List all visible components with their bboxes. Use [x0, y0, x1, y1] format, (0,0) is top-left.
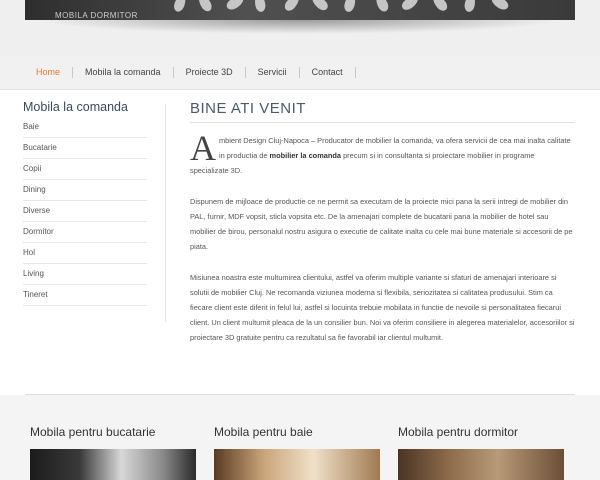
column-divider [165, 104, 166, 322]
sidebar-item-baie[interactable]: Baie [23, 117, 147, 138]
nav-item-contact[interactable]: Contact [300, 67, 356, 78]
intro-bold: mobilier la comanda [269, 151, 342, 160]
sidebar: Mobila la comanda Baie Bucatarie Copii D… [23, 100, 147, 306]
header: MOBILA DORMITOR [0, 0, 600, 56]
banner-label: MOBILA DORMITOR [55, 11, 138, 20]
featured-title[interactable]: Mobila pentru baie [214, 425, 382, 439]
dropcap: A [190, 128, 216, 168]
sidebar-item-dining[interactable]: Dining [23, 180, 147, 201]
featured-image[interactable] [30, 449, 196, 480]
sidebar-item-hol[interactable]: Hol [23, 243, 147, 264]
sidebar-item-diverse[interactable]: Diverse [23, 201, 147, 222]
nav-item-mobila-la-comanda[interactable]: Mobila la comanda [73, 67, 174, 78]
featured-title[interactable]: Mobila pentru bucatarie [30, 425, 198, 439]
nav-item-home[interactable]: Home [24, 67, 74, 78]
featured-card-bucatarie[interactable]: Mobila pentru bucatarie [30, 425, 198, 480]
nav-item-servicii[interactable]: Servicii [246, 67, 300, 78]
sidebar-item-dormitor[interactable]: Dormitor [23, 222, 147, 243]
intro-paragraph: Ambient Design Cluj-Napoca – Producator … [190, 128, 575, 178]
banner-shadow [38, 20, 562, 34]
main-content: BINE ATI VENIT Ambient Design Cluj-Napoc… [190, 100, 575, 345]
mission-paragraph: Misiunea noastra este multumirea clientu… [190, 273, 575, 342]
section-divider [25, 394, 575, 395]
sidebar-item-living[interactable]: Living [23, 264, 147, 285]
featured-image[interactable] [214, 449, 380, 480]
sidebar-item-bucatarie[interactable]: Bucatarie [23, 138, 147, 159]
nav-item-proiecte-3d[interactable]: Proiecte 3D [174, 67, 246, 78]
featured-card-baie[interactable]: Mobila pentru baie [214, 425, 382, 480]
sidebar-title: Mobila la comanda [23, 100, 128, 114]
featured-image[interactable] [398, 449, 564, 480]
page-title: BINE ATI VENIT [190, 100, 575, 123]
featured-card-dormitor[interactable]: Mobila pentru dormitor [398, 425, 566, 480]
header-banner-image[interactable]: MOBILA DORMITOR [25, 0, 575, 20]
sidebar-item-copii[interactable]: Copii [23, 159, 147, 180]
sidebar-item-tineret[interactable]: Tineret [23, 285, 147, 306]
featured-title[interactable]: Mobila pentru dormitor [398, 425, 566, 439]
main-nav: Home Mobila la comanda Proiecte 3D Servi… [0, 56, 600, 90]
production-paragraph: Dispunem de mijloace de productie ce ne … [190, 197, 573, 251]
featured-section: Mobila pentru bucatarie Mobila pentru ba… [0, 395, 600, 480]
